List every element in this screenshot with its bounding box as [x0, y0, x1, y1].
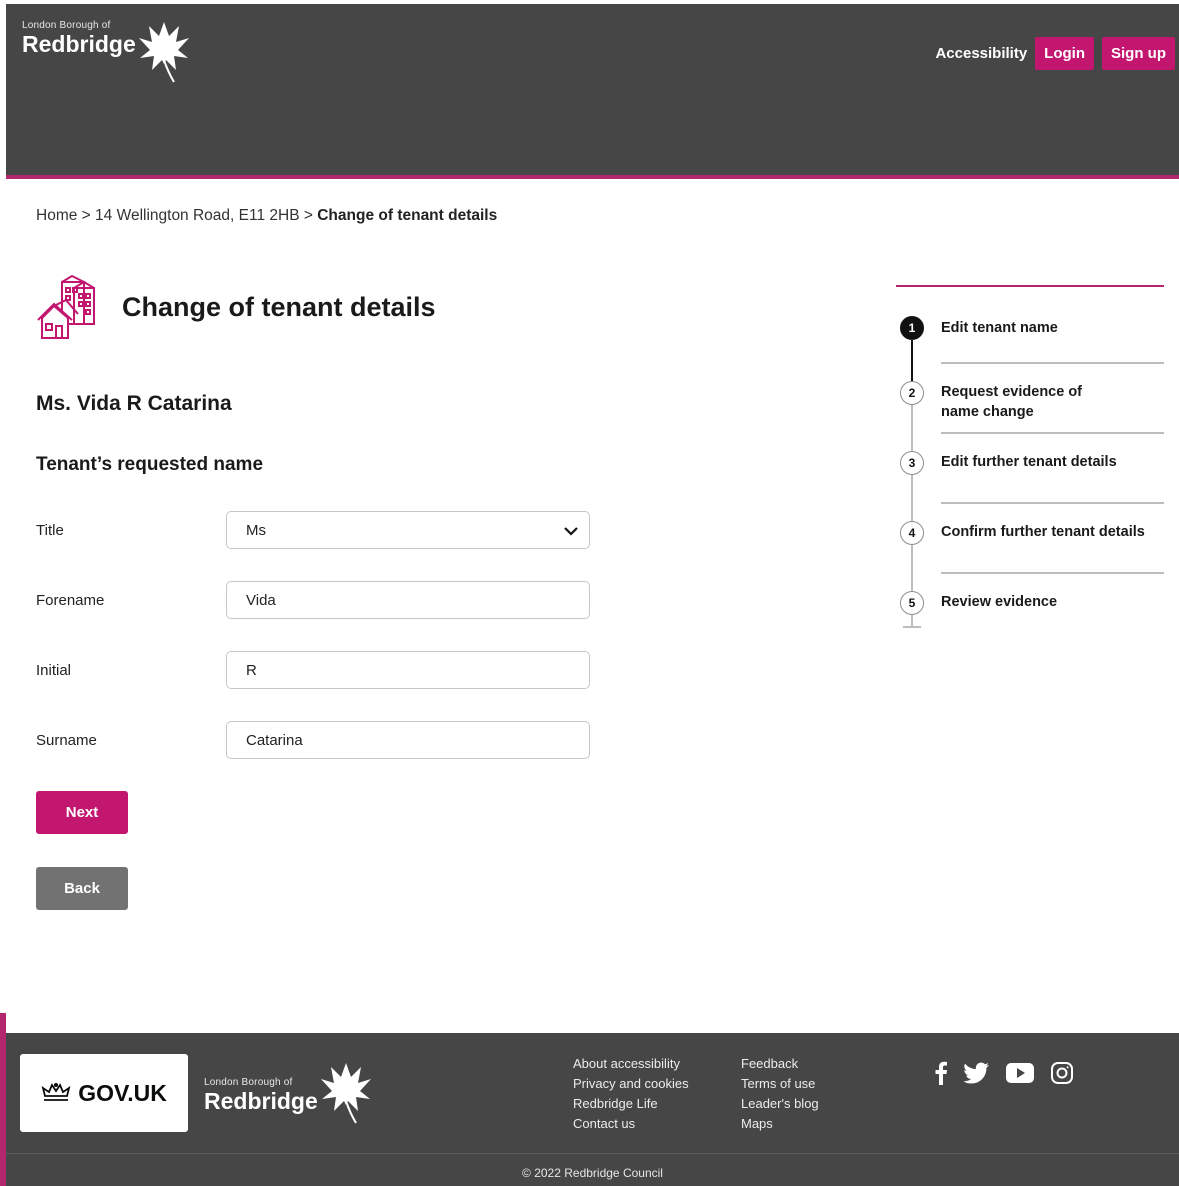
- step-label: Request evidence of name change: [941, 384, 1083, 420]
- logo-small-text: London Borough of: [22, 20, 111, 31]
- signup-button[interactable]: Sign up: [1102, 37, 1175, 70]
- forename-row: Forename Vida: [36, 581, 596, 619]
- footer-link-about-accessibility[interactable]: About accessibility: [573, 1055, 689, 1072]
- step-number: 1: [900, 316, 924, 340]
- footer-link-privacy[interactable]: Privacy and cookies: [573, 1075, 689, 1092]
- back-button[interactable]: Back: [36, 867, 128, 910]
- site-footer: GOV.UK London Borough of Redbridge About…: [6, 1033, 1179, 1186]
- copyright-text: © 2022 Redbridge Council: [522, 1166, 663, 1180]
- surname-row: Surname Catarina: [36, 721, 596, 759]
- breadcrumb-separator: >: [81, 207, 91, 224]
- leaf-logo-icon: [138, 22, 189, 83]
- footer-link-terms[interactable]: Terms of use: [741, 1075, 819, 1092]
- footer-logo-small-text: London Borough of: [204, 1077, 293, 1088]
- govuk-logo[interactable]: GOV.UK: [20, 1054, 188, 1132]
- step-divider: [941, 572, 1164, 574]
- instagram-icon[interactable]: [1050, 1061, 1074, 1085]
- title-label: Title: [36, 521, 64, 539]
- steps-top-rule: [896, 285, 1164, 287]
- surname-value: Catarina: [246, 731, 303, 749]
- login-button[interactable]: Login: [1035, 37, 1094, 70]
- next-button[interactable]: Next: [36, 791, 128, 834]
- step-label: Review evidence: [941, 594, 1058, 610]
- breadcrumb-home[interactable]: Home: [36, 207, 77, 224]
- step-label: Edit further tenant details: [941, 454, 1117, 470]
- step-label: Edit tenant name: [941, 320, 1058, 336]
- breadcrumb-address[interactable]: 14 Wellington Road, E11 2HB: [95, 207, 300, 224]
- footer-divider: [6, 1153, 1179, 1154]
- govuk-text: GOV.UK: [78, 1079, 167, 1106]
- step-divider: [941, 502, 1164, 504]
- step-label: Confirm further tenant details: [941, 524, 1145, 540]
- site-header: London Borough of Redbridge Accessibilit…: [6, 4, 1179, 179]
- footer-link-maps[interactable]: Maps: [741, 1115, 819, 1132]
- step-connector: [911, 545, 913, 591]
- twitter-icon[interactable]: [964, 1062, 990, 1084]
- footer-link-leaders-blog[interactable]: Leader's blog: [741, 1095, 819, 1112]
- initial-label: Initial: [36, 661, 72, 679]
- breadcrumb-separator: >: [303, 207, 313, 224]
- step-connector: [911, 340, 913, 382]
- redbridge-logo[interactable]: London Borough of Redbridge: [22, 20, 190, 84]
- footer-link-redbridge-life[interactable]: Redbridge Life: [573, 1095, 689, 1112]
- footer-link-feedback[interactable]: Feedback: [741, 1055, 819, 1072]
- footer-links-col-1: About accessibility Privacy and cookies …: [573, 1055, 689, 1132]
- facebook-icon[interactable]: [934, 1061, 948, 1085]
- header-nav: Accessibility Login Sign up: [935, 37, 1175, 70]
- page-header: Change of tenant details: [36, 274, 436, 340]
- logo-big-text: Redbridge: [22, 31, 136, 57]
- surname-input[interactable]: Catarina: [226, 721, 590, 759]
- step-number: 3: [900, 451, 924, 475]
- forename-label: Forename: [36, 591, 105, 609]
- forename-input[interactable]: Vida: [226, 581, 590, 619]
- footer-redbridge-logo[interactable]: London Borough of Redbridge: [204, 1061, 372, 1125]
- title-selected-value: Ms: [246, 521, 266, 539]
- surname-label: Surname: [36, 731, 97, 749]
- footer-link-contact[interactable]: Contact us: [573, 1115, 689, 1132]
- crown-icon: [41, 1083, 71, 1101]
- breadcrumb: Home > 14 Wellington Road, E11 2HB > Cha…: [36, 207, 497, 225]
- initial-input[interactable]: R: [226, 651, 590, 689]
- page-title: Change of tenant details: [122, 291, 436, 322]
- footer-links-col-2: Feedback Terms of use Leader's blog Maps: [741, 1055, 819, 1132]
- title-select[interactable]: Ms: [226, 511, 590, 549]
- title-row: Title Ms: [36, 511, 596, 549]
- steps-end-cap: [903, 626, 921, 628]
- step-divider: [941, 432, 1164, 434]
- current-tenant-name: Ms. Vida R Catarina: [36, 392, 232, 415]
- forename-value: Vida: [246, 591, 276, 609]
- youtube-icon[interactable]: [1006, 1063, 1034, 1083]
- breadcrumb-current: Change of tenant details: [317, 207, 498, 224]
- step-connector: [911, 475, 913, 521]
- leaf-logo-icon: [320, 1063, 371, 1124]
- initial-value: R: [246, 661, 257, 679]
- buildings-icon: [37, 274, 95, 339]
- step-number: 4: [900, 521, 924, 545]
- step-number: 2: [900, 381, 924, 405]
- chevron-down-icon: [564, 527, 578, 536]
- step-connector: [911, 405, 913, 451]
- accessibility-link[interactable]: Accessibility: [935, 45, 1027, 62]
- social-links: [934, 1061, 1074, 1085]
- step-number: 5: [900, 591, 924, 615]
- initial-row: Initial R: [36, 651, 596, 689]
- footer-logo-big-text: Redbridge: [204, 1088, 318, 1114]
- step-divider: [941, 362, 1164, 364]
- section-title: Tenant’s requested name: [36, 454, 264, 475]
